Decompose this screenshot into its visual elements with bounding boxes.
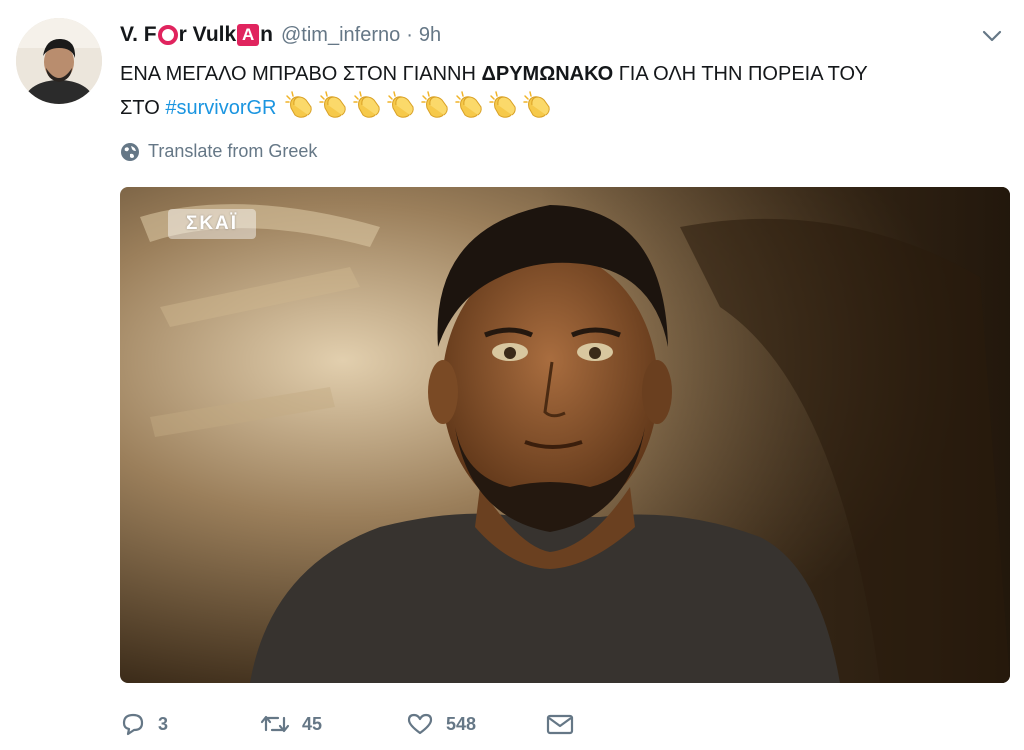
like-count: 548	[446, 713, 477, 734]
clapping-hands-icon	[285, 91, 313, 118]
tweet-text-line2-start: ΣΤΟ	[120, 97, 166, 119]
clapping-hands-icon	[421, 91, 449, 118]
channel-watermark-logo: ΣΚΑΪ	[168, 209, 256, 239]
tweet-media-image[interactable]: ΣΚΑΪ	[120, 187, 1010, 683]
direct-message-button[interactable]	[546, 712, 574, 736]
clapping-hands-icon	[489, 91, 517, 118]
globe-icon	[121, 142, 139, 161]
heart-icon	[407, 713, 433, 735]
author-avatar[interactable]	[16, 18, 102, 104]
author-handle[interactable]: @tim_inferno	[281, 24, 400, 47]
retweet-count: 45	[302, 713, 323, 734]
avatar-photo	[16, 18, 102, 104]
tweet-text-bold-name: ΔΡΥΜΩΝΑΚΟ	[481, 63, 614, 85]
tweet-timestamp[interactable]: 9h	[419, 24, 441, 47]
clapping-hands-icon	[319, 91, 347, 118]
media-still-photo	[120, 187, 1010, 683]
author-name-part-3: r Vulk	[178, 23, 237, 46]
more-options-chevron-down-icon[interactable]	[980, 26, 1004, 46]
reply-count: 3	[158, 713, 169, 734]
separator-dot: ·	[406, 23, 413, 46]
clapping-hands-icon	[455, 91, 483, 118]
like-button[interactable]: 548	[406, 712, 546, 736]
tweet-header: V. F O r Vulk A n @tim_inferno · 9h	[120, 20, 441, 50]
clapping-hands-icon	[353, 91, 381, 118]
tweet-text: ΕΝΑ ΜΕΓΑΛΟ ΜΠΡΑΒΟ ΣΤΟΝ ΓΙΑΝΝΗ ΔΡΥΜΩΝΑΚΟ …	[120, 58, 1010, 124]
retweet-icon	[260, 715, 290, 733]
author-name-part-1: V. F	[120, 23, 157, 46]
tweet-actions-bar: 3 45 548	[120, 706, 574, 742]
clapping-hands-icon	[387, 91, 415, 118]
hashtag-link[interactable]: #survivorGR	[165, 97, 276, 119]
envelope-icon	[546, 714, 574, 735]
clapping-hands-emoji-row	[284, 90, 554, 120]
tweet-text-line1-start: ΕΝΑ ΜΕΓΑΛΟ ΜΠΡΑΒΟ ΣΤΟΝ ΓΙΑΝΝΗ	[120, 63, 482, 85]
clapping-hands-icon	[523, 91, 551, 118]
author-name-part-2: O	[157, 25, 178, 45]
author-name-part-5: n	[260, 23, 273, 46]
reply-icon	[122, 713, 144, 736]
translate-link[interactable]: Translate from Greek	[120, 141, 317, 162]
author-name-part-4: A	[237, 24, 260, 46]
tweet-text-line1-end: ΓΙΑ ΟΛΗ ΤΗΝ ΠΟΡΕΙΑ ΤΟΥ	[613, 63, 868, 85]
author-name[interactable]: V. F O r Vulk A n	[120, 23, 273, 47]
translate-label: Translate from Greek	[148, 141, 318, 161]
retweet-button[interactable]: 45	[260, 712, 406, 736]
reply-button[interactable]: 3	[120, 712, 260, 736]
